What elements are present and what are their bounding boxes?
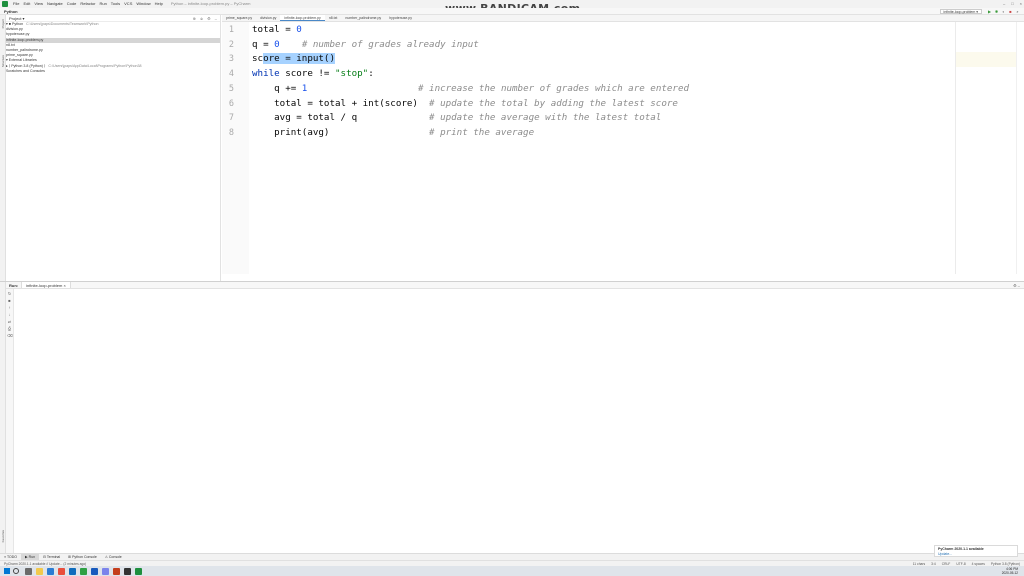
text-selection: ore = input() (263, 53, 335, 65)
bottom-tool-tabs: ≡ TODO ▶ Run ⊟ Terminal ⊞ Python Console… (0, 553, 1024, 560)
gear-icon[interactable]: ⚙ (207, 15, 211, 22)
teams-icon[interactable] (102, 567, 109, 575)
menu-vcs[interactable]: VCS (122, 0, 134, 8)
tab-division[interactable]: division.py (256, 15, 280, 21)
tool-project[interactable]: Project (1, 19, 5, 28)
scroll-down-icon[interactable]: ↓ (7, 312, 12, 317)
tool-favorites[interactable]: Favorites (1, 530, 5, 542)
project-panel: Project ▾ ⊕ ≑ ⚙ – ▾ ■ Python C:\Users\jpa… (6, 15, 221, 281)
tab-prime-square[interactable]: prime_square.py (222, 15, 256, 21)
stop-icon[interactable]: ■ (7, 298, 12, 303)
menu-refactor[interactable]: Refactor (78, 0, 97, 8)
menu-window[interactable]: Window (134, 0, 152, 8)
code-editor[interactable]: total = 0 q = 0 # number of grades alrea… (249, 22, 955, 274)
run-toolbar: ↻ ■ ↑ ↓ ⇌ ⎙ ⌫ (6, 289, 14, 553)
minimize-icon[interactable]: – (1003, 0, 1005, 8)
coverage-icon[interactable]: ◐ (1001, 9, 1006, 14)
editor-tab-bar: prime_square.py division.py infinite-loo… (222, 15, 1024, 22)
file-explorer-icon[interactable] (36, 567, 43, 575)
windows-taskbar: 4:06 PM 2020-05-12 (0, 566, 1024, 576)
rerun-icon[interactable]: ↻ (7, 291, 12, 296)
windows-start-icon[interactable] (4, 568, 10, 574)
window-controls: – □ × (1003, 0, 1022, 8)
run-tab[interactable]: infinite-loop-problem × (21, 282, 71, 288)
navigation-bar: Python infinite-loop-problem ▾ ▶ ✱ ◐ ■ ⌕ (0, 8, 1024, 15)
maximize-icon[interactable]: □ (1011, 0, 1013, 8)
line-number: 3 (228, 54, 234, 65)
mail-icon[interactable] (69, 567, 76, 575)
trash-icon[interactable]: ⌫ (7, 333, 13, 338)
powerpoint-icon[interactable] (113, 567, 120, 575)
run-icon[interactable]: ▶ (987, 9, 992, 14)
project-panel-header: Project ▾ ⊕ ≑ ⚙ – (6, 15, 220, 22)
chrome-icon[interactable] (58, 567, 65, 575)
tool-structure[interactable]: Structure (1, 55, 5, 67)
scroll-up-icon[interactable]: ↑ (7, 305, 12, 310)
run-console[interactable] (14, 289, 1024, 553)
run-settings[interactable]: ⚙ – (1013, 282, 1020, 289)
stop-icon[interactable]: ■ (1008, 9, 1013, 14)
code-line-6[interactable]: total = total + int(score) # update the … (252, 97, 678, 112)
line-number: 4 (228, 69, 234, 80)
line-number: 5 (228, 83, 234, 94)
tab-n8[interactable]: n8.txt (325, 15, 342, 21)
search-icon[interactable]: ⌕ (1015, 9, 1020, 14)
line-number: 2 (228, 39, 234, 50)
print-icon[interactable]: ⎙ (7, 326, 12, 331)
code-line-1[interactable]: total = 0 (252, 23, 302, 38)
editor-gutter: 1 2 3 4 5 6 7 8 (222, 22, 249, 274)
menu-navigate[interactable]: Navigate (45, 0, 65, 8)
menu-code[interactable]: Code (65, 0, 79, 8)
taskbar-search-icon[interactable] (13, 568, 19, 574)
right-margin-guide (955, 22, 956, 274)
editor-scrollbar[interactable] (1016, 22, 1024, 274)
debug-icon[interactable]: ✱ (994, 9, 999, 14)
code-line-7[interactable]: avg = total / q # update the average wit… (252, 111, 661, 126)
breadcrumb[interactable]: Python (0, 8, 18, 14)
code-line-3[interactable]: score = input() (252, 52, 335, 67)
code-line-2[interactable]: q = 0 # number of grades already input (252, 38, 479, 53)
bandicam-icon[interactable] (124, 567, 131, 575)
edge-icon[interactable] (47, 567, 54, 575)
line-number: 6 (228, 98, 234, 109)
menu-view[interactable]: View (32, 0, 45, 8)
run-panel-header: Run: infinite-loop-problem × ⚙ – (6, 282, 1024, 289)
hide-icon[interactable]: – (215, 15, 217, 22)
pycharm-taskbar-icon[interactable] (135, 567, 142, 575)
line-number: 8 (228, 127, 234, 138)
code-line-4[interactable]: while score != "stop": (252, 67, 374, 82)
excel-icon[interactable] (80, 567, 87, 575)
code-line-5[interactable]: q += 1 # increase the number of grades w… (252, 82, 689, 97)
close-icon[interactable]: × (1020, 0, 1022, 8)
menu-tools[interactable]: Tools (109, 0, 122, 8)
line-number: 7 (228, 113, 234, 124)
menu-run[interactable]: Run (97, 0, 108, 8)
tab-infinite-loop-problem[interactable]: infinite-loop-problem.py (280, 15, 325, 21)
run-label: Run: (9, 283, 19, 288)
code-line-8[interactable]: print(avg) # print the average (252, 126, 534, 141)
tab-number-palindrome[interactable]: number_palindrome.py (341, 15, 385, 21)
update-notification[interactable]: PyCharm 2020.1.1 available Update... (934, 545, 1018, 557)
menu-file[interactable]: File (11, 0, 21, 8)
window-title: Python – infinite-loop-problem.py – PyCh… (170, 1, 251, 6)
tab-hypotenuse[interactable]: hypotenuse.py (385, 15, 416, 21)
project-panel-tools: ⊕ ≑ ⚙ – (192, 15, 217, 22)
menu-edit[interactable]: Edit (21, 0, 32, 8)
locate-icon[interactable]: ⊕ (192, 15, 195, 22)
tree-item-scratches[interactable]: Scratches and Consoles (6, 69, 220, 74)
system-clock[interactable]: 4:06 PM 2020-05-12 (1002, 567, 1018, 575)
menu-help[interactable]: Help (153, 0, 165, 8)
collapse-icon[interactable]: ≑ (200, 15, 203, 22)
project-view-select[interactable]: Project ▾ (9, 15, 25, 21)
line-number: 1 (228, 25, 234, 35)
run-config-select[interactable]: infinite-loop-problem ▾ (939, 9, 982, 14)
update-link[interactable]: Update... (938, 552, 1014, 557)
soft-wrap-icon[interactable]: ⇌ (7, 319, 12, 324)
task-view-icon[interactable] (25, 567, 32, 575)
word-icon[interactable] (91, 567, 98, 575)
pycharm-logo-icon (2, 1, 8, 7)
clock-date: 2020-05-12 (1001, 571, 1018, 575)
